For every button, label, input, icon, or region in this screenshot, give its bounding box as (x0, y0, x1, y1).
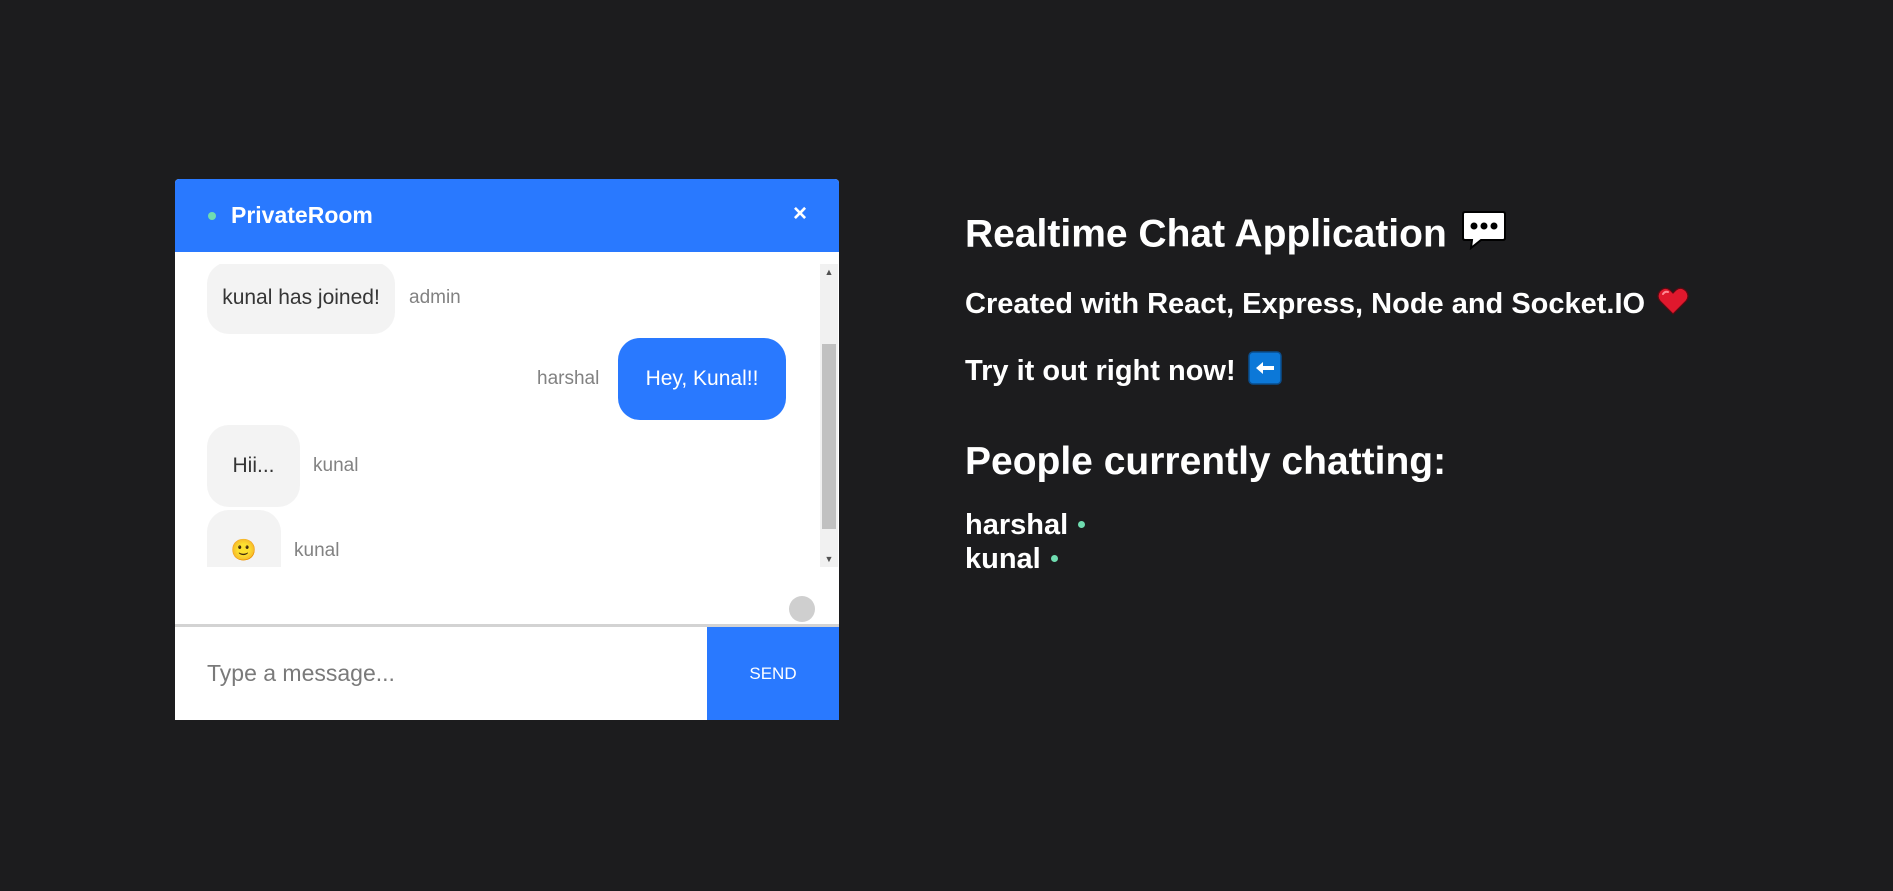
person-item: kunal (965, 542, 1085, 576)
message-row: kunal has joined! admin (175, 264, 820, 334)
heart-icon (1657, 287, 1689, 324)
message-list[interactable]: kunal has joined! admin harshal Hey, Kun… (175, 252, 839, 624)
call-to-action-text: Try it out right now! (965, 355, 1236, 388)
message-sender: admin (409, 287, 461, 308)
scroll-down-icon[interactable]: ▼ (820, 551, 838, 567)
message-bubble: Hey, Kunal!! (618, 338, 786, 420)
message-input[interactable] (175, 627, 707, 720)
chat-header: PrivateRoom × (175, 179, 839, 252)
scrollbar-thumb[interactable] (822, 344, 836, 529)
message-row: 🙂 kunal (175, 510, 820, 567)
close-button[interactable]: × (789, 199, 811, 229)
message-row: harshal Hey, Kunal!! (175, 338, 820, 420)
message-sender: harshal (537, 368, 600, 389)
chat-window: PrivateRoom × kunal has joined! admin ha… (175, 179, 839, 720)
person-name: kunal (965, 543, 1041, 575)
people-list: harshal kunal (965, 508, 1086, 576)
person-name: harshal (965, 509, 1069, 541)
send-button[interactable]: SEND (707, 627, 839, 720)
online-status-icon (1078, 520, 1086, 528)
message-sender: kunal (313, 455, 359, 476)
message-bubble: 🙂 (207, 510, 281, 567)
page-title: Realtime Chat Application (965, 210, 1507, 262)
room-name: PrivateRoom (231, 202, 373, 228)
online-status-icon (1050, 554, 1058, 562)
message-sender: kunal (294, 540, 340, 561)
message-bubble: Hii... (207, 425, 300, 507)
online-status-icon (208, 212, 216, 220)
speech-bubble-icon (1461, 210, 1507, 262)
subtitle: Created with React, Express, Node and So… (965, 286, 1689, 324)
scroll-up-icon[interactable]: ▲ (820, 264, 838, 280)
left-arrow-icon (1247, 351, 1282, 394)
subtitle-text: Created with React, Express, Node and So… (965, 288, 1646, 320)
message-bubble: kunal has joined! (207, 264, 395, 334)
people-heading: People currently chatting: (965, 440, 1447, 483)
scrollbar[interactable]: ▲ ▼ (820, 264, 838, 567)
person-item: harshal (965, 508, 1086, 542)
page: PrivateRoom × kunal has joined! admin ha… (0, 0, 1893, 891)
call-to-action: Try it out right now! (965, 351, 1282, 394)
scroll-to-bottom-button[interactable] (789, 596, 815, 622)
page-title-text: Realtime Chat Application (965, 212, 1447, 256)
message-scroll-area: kunal has joined! admin harshal Hey, Kun… (175, 264, 820, 567)
message-row: Hii... kunal (175, 425, 820, 507)
